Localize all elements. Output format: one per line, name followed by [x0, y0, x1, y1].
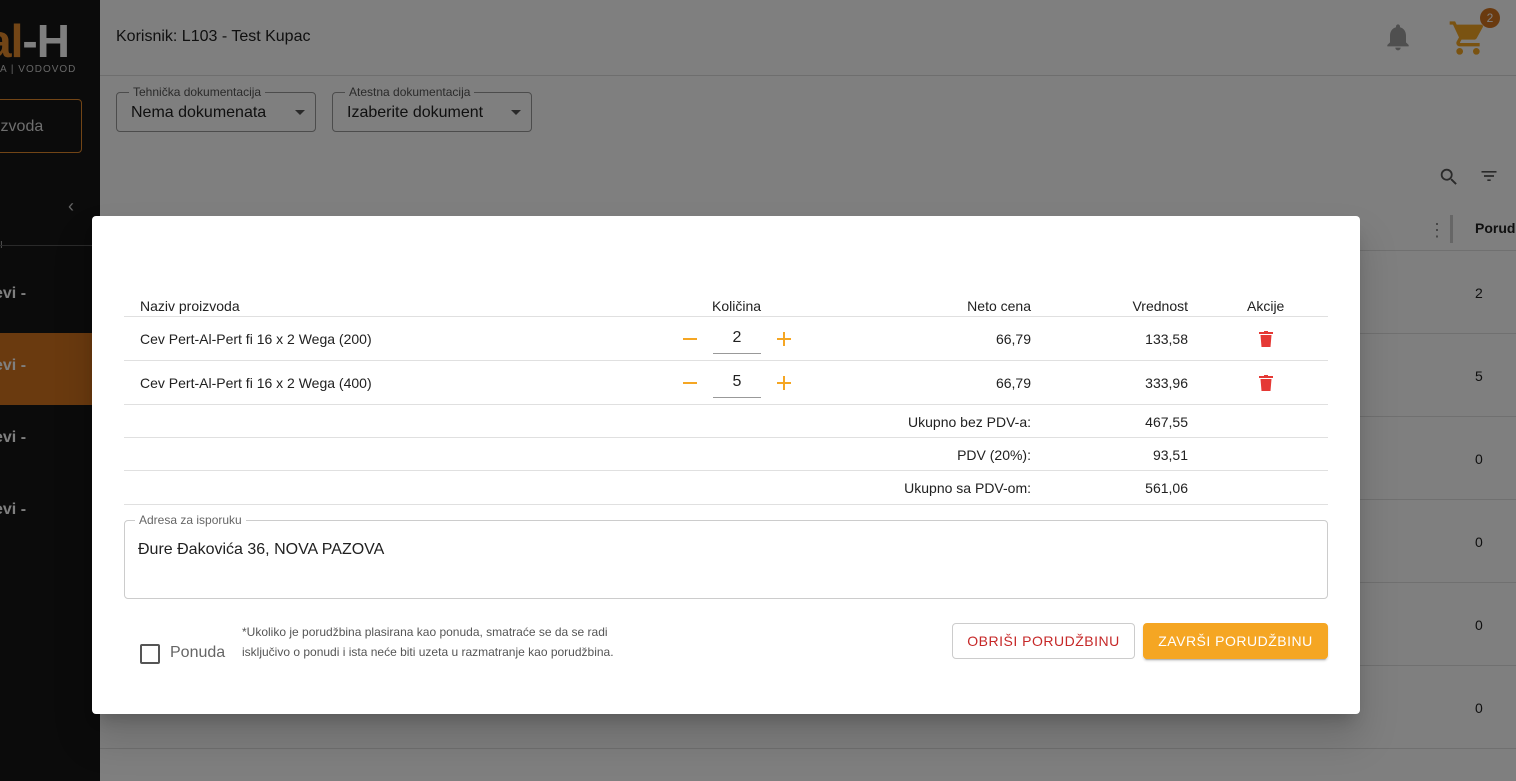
delivery-address-label: Adresa za isporuku — [135, 513, 246, 527]
col-header-price: Neto cena — [967, 298, 1031, 314]
offer-note: *Ukoliko je porudžbina plasirana kao pon… — [242, 625, 614, 659]
vat-label: PDV (20%): — [957, 447, 1031, 463]
cart-dialog: Naziv proizvoda Količina Neto cena Vredn… — [92, 216, 1360, 714]
delivery-address-input[interactable]: Đure Đakovića 36, NOVA PAZOVA — [138, 541, 1308, 581]
delete-order-button[interactable]: OBRIŠI PORUDŽBINU — [952, 623, 1135, 659]
net-price: 66,79 — [995, 375, 1031, 391]
plus-icon[interactable] — [776, 331, 792, 347]
product-name: Cev Pert-Al-Pert fi 16 x 2 Wega (400) — [140, 375, 372, 391]
offer-checkbox-label[interactable]: Ponuda — [170, 644, 225, 662]
table-row: Cev Pert-Al-Pert fi 16 x 2 Wega (200) 66… — [124, 316, 1328, 361]
col-header-value: Vrednost — [1132, 298, 1188, 314]
total-value: 467,55 — [1145, 414, 1188, 430]
col-header-qty: Količina — [712, 298, 762, 314]
trash-icon[interactable] — [1259, 331, 1273, 347]
table-row: Cev Pert-Al-Pert fi 16 x 2 Wega (400) 66… — [124, 360, 1328, 405]
total-label: Ukupno bez PDV-a: — [908, 414, 1031, 430]
net-price: 66,79 — [995, 331, 1031, 347]
col-header-name: Naziv proizvoda — [140, 298, 240, 314]
vat-value: 93,51 — [1152, 447, 1188, 463]
line-value: 133,58 — [1145, 331, 1188, 347]
finish-order-button[interactable]: ZAVRŠI PORUDŽBINU — [1143, 623, 1328, 659]
minus-icon[interactable] — [682, 375, 698, 391]
plus-icon[interactable] — [776, 375, 792, 391]
minus-icon[interactable] — [682, 331, 698, 347]
delivery-address-field: Adresa za isporuku Đure Đakovića 36, NOV… — [124, 513, 1328, 599]
grand-total-value: 561,06 — [1145, 480, 1188, 496]
grand-total-label: Ukupno sa PDV-om: — [904, 480, 1031, 496]
total-row: Ukupno bez PDV-a: 467,55 — [124, 404, 1328, 438]
grand-total-row: Ukupno sa PDV-om: 561,06 — [124, 470, 1328, 505]
quantity-input[interactable] — [713, 323, 761, 354]
product-name: Cev Pert-Al-Pert fi 16 x 2 Wega (200) — [140, 331, 372, 347]
col-header-actions: Akcije — [1247, 298, 1285, 314]
vat-row: PDV (20%): 93,51 — [124, 437, 1328, 471]
offer-checkbox[interactable] — [140, 644, 160, 664]
trash-icon[interactable] — [1259, 375, 1273, 391]
line-value: 333,96 — [1145, 375, 1188, 391]
quantity-input[interactable] — [713, 367, 761, 398]
